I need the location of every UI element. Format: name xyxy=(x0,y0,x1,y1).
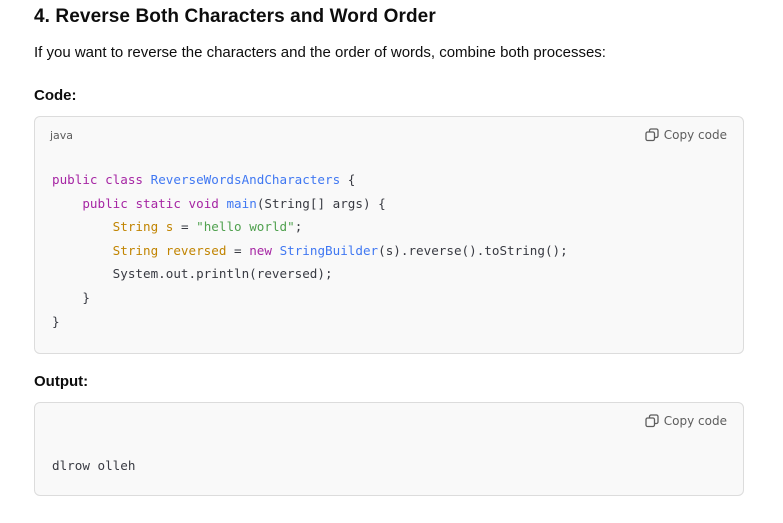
copy-output-label: Copy code xyxy=(663,414,727,428)
output-label: Output: xyxy=(34,373,89,390)
copy-output-button[interactable]: Copy code xyxy=(645,414,727,428)
code-line-5: System.out.println(reversed); xyxy=(112,266,333,282)
output-content: dlrow olleh xyxy=(52,458,136,473)
output-block: Copy code dlrow olleh xyxy=(34,402,744,496)
section-heading: 4. Reverse Both Characters and Word Orde… xyxy=(34,6,436,27)
code-language-tag: java xyxy=(50,129,74,142)
intro-text: If you want to reverse the characters an… xyxy=(34,44,606,61)
code-content: public class ReverseWordsAndCharacters {… xyxy=(52,168,568,333)
code-line-1: public class ReverseWordsAndCharacters { xyxy=(52,172,356,187)
code-line-4: String reversed = new StringBuilder(s).r… xyxy=(112,242,568,258)
copy-icon xyxy=(645,414,659,428)
code-line-3: String s = "hello world"; xyxy=(112,219,303,235)
copy-code-button[interactable]: Copy code xyxy=(645,128,727,142)
code-line-2: public static void main(String[] args) { xyxy=(82,195,386,211)
copy-code-label: Copy code xyxy=(663,128,727,142)
copy-icon xyxy=(645,128,659,142)
code-block: java Copy code public class ReverseWords… xyxy=(34,116,744,354)
code-label: Code: xyxy=(34,87,77,104)
code-line-6: } xyxy=(82,289,90,305)
code-line-7: } xyxy=(52,313,60,329)
